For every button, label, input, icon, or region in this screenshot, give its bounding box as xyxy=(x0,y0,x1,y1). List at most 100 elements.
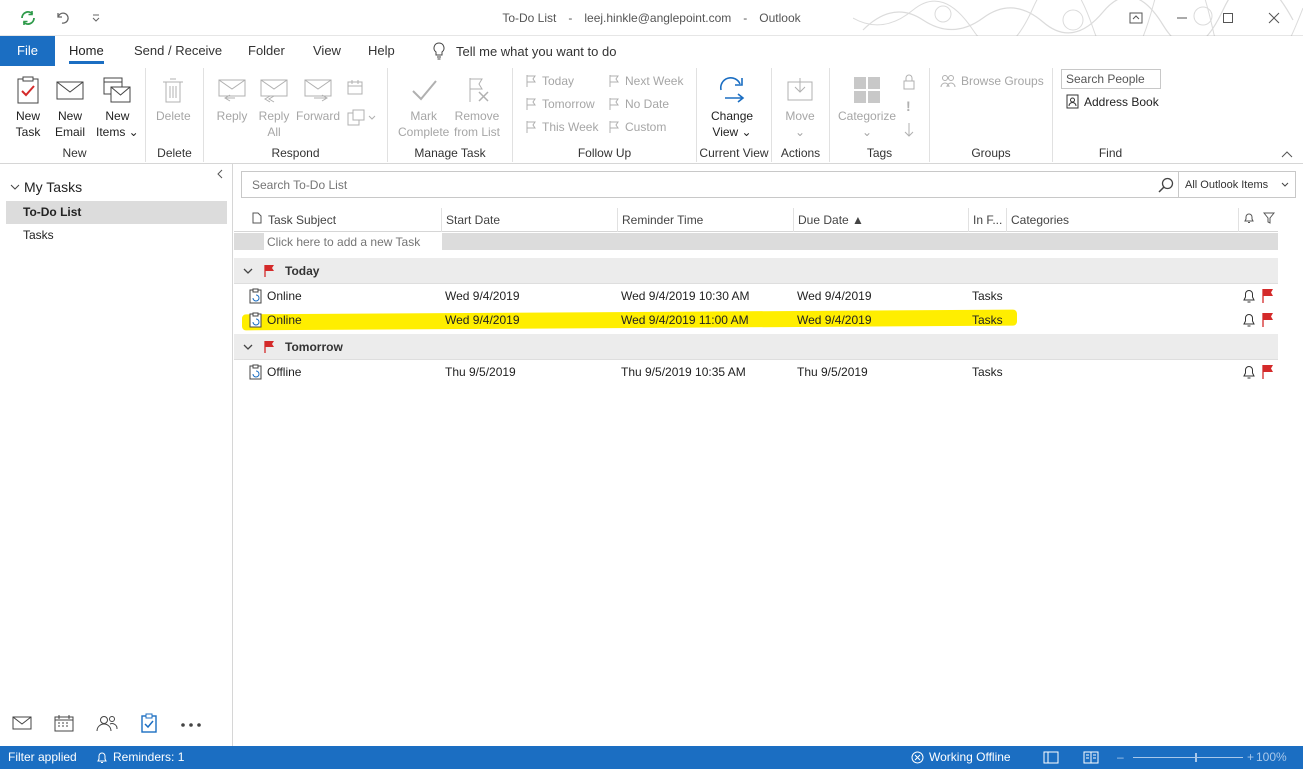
follow-up-this-week-button[interactable]: This Week xyxy=(525,120,598,134)
follow-up-custom-button[interactable]: Custom xyxy=(608,120,666,134)
collapse-ribbon-icon[interactable] xyxy=(1281,147,1293,161)
tab-view[interactable]: View xyxy=(313,36,341,66)
close-icon[interactable] xyxy=(1251,4,1297,32)
group-header-today[interactable]: Today xyxy=(234,258,1278,284)
change-view-button[interactable]: Change View ⌄ xyxy=(711,74,753,140)
working-offline-status[interactable]: Working Offline xyxy=(911,746,1011,769)
add-task-input[interactable] xyxy=(264,233,442,250)
browse-groups-button[interactable]: Browse Groups xyxy=(940,74,1044,88)
delete-button[interactable]: Delete xyxy=(156,74,191,124)
group-delete: Delete Delete xyxy=(146,68,204,162)
collapse-folder-pane-icon[interactable] xyxy=(216,168,224,182)
search-people-input[interactable] xyxy=(1061,69,1161,89)
nav-item-tasks[interactable]: Tasks xyxy=(6,224,227,247)
reminders-status[interactable]: Reminders: 1 xyxy=(96,746,184,769)
follow-up-today-button[interactable]: Today xyxy=(525,74,574,88)
move-icon xyxy=(787,78,813,101)
reply-button[interactable]: Reply xyxy=(216,74,248,124)
minimize-icon[interactable] xyxy=(1159,4,1205,32)
column-due-date[interactable]: Due Date ▲ xyxy=(794,208,969,232)
nav-item-to-do-list[interactable]: To-Do List xyxy=(6,201,227,224)
column-start-date[interactable]: Start Date xyxy=(442,208,618,232)
zoom-thumb[interactable] xyxy=(1195,753,1197,762)
forward-button[interactable]: Forward xyxy=(296,74,340,124)
flag-icon xyxy=(609,121,619,133)
red-flag-icon[interactable] xyxy=(1261,364,1275,380)
mail-icon[interactable] xyxy=(12,715,32,734)
address-book-button[interactable]: Address Book xyxy=(1066,94,1159,109)
mark-complete-button[interactable]: Mark Complete xyxy=(398,74,449,140)
tab-help[interactable]: Help xyxy=(368,36,395,66)
task-folder: Tasks xyxy=(972,313,1003,327)
tab-send-receive[interactable]: Send / Receive xyxy=(134,36,222,66)
new-email-button[interactable]: New Email xyxy=(54,74,86,140)
zoom-out-icon[interactable]: – xyxy=(1117,746,1129,769)
tab-home[interactable]: Home xyxy=(69,36,104,66)
task-row-highlighted[interactable]: Online Wed 9/4/2019 Wed 9/4/2019 11:00 A… xyxy=(234,308,1278,332)
tab-file[interactable]: File xyxy=(0,36,55,66)
remove-from-list-button[interactable]: Remove from List xyxy=(454,74,500,140)
categorize-button[interactable]: Categorize ⌄ xyxy=(838,74,896,140)
search-icon[interactable] xyxy=(1153,172,1179,197)
follow-up-next-week-button[interactable]: Next Week xyxy=(608,74,683,88)
zoom-slider[interactable]: – + xyxy=(1117,746,1259,769)
group-label-current-view: Current View xyxy=(699,146,769,160)
red-flag-icon[interactable] xyxy=(1261,312,1275,328)
bell-icon[interactable] xyxy=(1241,364,1257,380)
task-list-pane: All Outlook Items Task Subject Start Dat… xyxy=(234,164,1303,746)
group-manage-task: Mark Complete Remove from List Manage Task xyxy=(388,68,513,162)
task-row[interactable]: Offline Thu 9/5/2019 Thu 9/5/2019 10:35 … xyxy=(234,360,1278,384)
move-button[interactable]: Move ⌄ xyxy=(784,74,816,140)
low-importance-icon[interactable] xyxy=(902,122,916,141)
meeting-reply-icon[interactable] xyxy=(346,78,366,101)
people-group-icon xyxy=(940,75,956,88)
more-respond-icon[interactable] xyxy=(346,108,376,128)
group-label-find: Find xyxy=(1098,146,1123,160)
normal-view-icon[interactable] xyxy=(1043,746,1059,769)
red-flag-icon[interactable] xyxy=(1261,288,1275,304)
zoom-level[interactable]: 100% xyxy=(1256,746,1287,769)
high-importance-icon[interactable]: ! xyxy=(906,98,911,114)
tell-me-box[interactable]: Tell me what you want to do xyxy=(432,36,616,66)
ribbon-display-options-icon[interactable] xyxy=(1113,4,1159,32)
new-items-button[interactable]: New Items ⌄ xyxy=(96,74,139,140)
new-email-icon xyxy=(56,81,84,100)
lightbulb-icon xyxy=(433,42,445,60)
zoom-track[interactable] xyxy=(1133,753,1243,762)
group-header-tomorrow[interactable]: Tomorrow xyxy=(234,334,1278,360)
reading-view-icon[interactable] xyxy=(1083,746,1099,769)
task-due-date: Wed 9/4/2019 xyxy=(797,289,872,303)
reply-icon xyxy=(218,79,246,102)
recurring-task-icon xyxy=(249,312,262,328)
more-apps-icon[interactable] xyxy=(180,717,202,731)
calendar-icon[interactable] xyxy=(54,714,74,735)
column-flag-header[interactable] xyxy=(1259,208,1277,232)
column-reminder-header[interactable] xyxy=(1239,208,1261,232)
people-icon[interactable] xyxy=(96,714,118,735)
maximize-icon[interactable] xyxy=(1205,4,1251,32)
my-tasks-folder[interactable]: My Tasks xyxy=(10,179,82,195)
reply-all-button[interactable]: Reply All xyxy=(258,74,290,140)
bell-icon[interactable] xyxy=(1241,312,1257,328)
column-in-folder[interactable]: In F... xyxy=(969,208,1007,232)
group-label-actions: Actions xyxy=(780,146,821,160)
task-reminder-time: Wed 9/4/2019 11:00 AM xyxy=(621,313,749,327)
tasks-icon[interactable] xyxy=(140,713,158,736)
search-scope-dropdown[interactable]: All Outlook Items xyxy=(1179,172,1295,197)
follow-up-tomorrow-button[interactable]: Tomorrow xyxy=(525,97,595,111)
task-row[interactable]: Online Wed 9/4/2019 Wed 9/4/2019 10:30 A… xyxy=(234,284,1278,308)
task-reminder-time: Wed 9/4/2019 10:30 AM xyxy=(621,289,750,303)
column-categories[interactable]: Categories xyxy=(1007,208,1239,232)
column-reminder-time[interactable]: Reminder Time xyxy=(618,208,794,232)
follow-up-no-date-button[interactable]: No Date xyxy=(608,97,669,111)
task-folder: Tasks xyxy=(972,365,1003,379)
checkmark-icon xyxy=(411,80,437,101)
new-task-button[interactable]: New Task xyxy=(12,74,44,140)
tab-folder[interactable]: Folder xyxy=(248,36,285,66)
column-task-subject[interactable]: Task Subject xyxy=(264,208,442,232)
bell-icon[interactable] xyxy=(1241,288,1257,304)
private-lock-icon[interactable] xyxy=(902,74,916,93)
categorize-icon xyxy=(854,77,881,103)
search-input[interactable] xyxy=(242,172,1153,197)
filter-status[interactable]: Filter applied xyxy=(8,746,77,769)
